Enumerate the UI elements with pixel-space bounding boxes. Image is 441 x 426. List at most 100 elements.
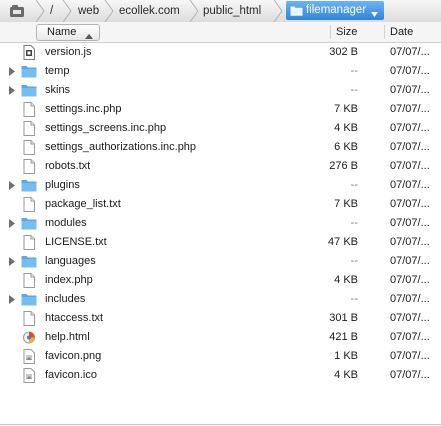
file-row[interactable]: robots.txt 276 B 07/07/... <box>0 157 441 176</box>
document-icon <box>21 121 37 136</box>
folder-icon <box>290 5 303 19</box>
document-icon <box>21 311 37 326</box>
column-size-header[interactable]: Size <box>336 22 357 42</box>
file-name: modules <box>45 217 87 229</box>
root-disk-icon[interactable] <box>4 3 30 19</box>
file-size: 4 KB <box>334 122 358 134</box>
file-list: version.js 302 B 07/07/... temp -- 07/07/... s… <box>0 43 441 385</box>
disclosure-triangle-icon[interactable] <box>9 219 15 231</box>
crumb-domain[interactable]: ecollek.com <box>119 0 180 22</box>
file-size: -- <box>350 65 358 77</box>
file-row[interactable]: package_list.txt 7 KB 07/07/... <box>0 195 441 214</box>
file-date: 07/07/... <box>390 179 430 191</box>
folder-icon <box>21 292 37 307</box>
bottom-border <box>0 424 441 425</box>
file-date: 07/07/... <box>390 369 430 381</box>
disclosure-triangle-icon[interactable] <box>9 257 15 269</box>
file-date: 07/07/... <box>390 293 430 305</box>
file-name: settings_authorizations.inc.php <box>45 141 197 153</box>
file-row[interactable]: help.html 421 B 07/07/... <box>0 328 441 347</box>
file-date: 07/07/... <box>390 103 430 115</box>
crumb-public-html[interactable]: public_html <box>203 0 261 22</box>
file-date: 07/07/... <box>390 350 430 362</box>
file-date: 07/07/... <box>390 198 430 210</box>
file-size: 6 KB <box>334 141 358 153</box>
image-file-icon <box>21 368 37 383</box>
crumb-active-filemanager[interactable]: filemanager <box>286 1 384 20</box>
file-row[interactable]: index.php 4 KB 07/07/... <box>0 271 441 290</box>
file-date: 07/07/... <box>390 331 430 343</box>
file-date: 07/07/... <box>390 274 430 286</box>
path-separator-icon <box>272 0 284 22</box>
file-row[interactable]: languages -- 07/07/... <box>0 252 441 271</box>
file-row[interactable]: settings_screens.inc.php 4 KB 07/07/... <box>0 119 441 138</box>
file-row[interactable]: favicon.ico 4 KB 07/07/... <box>0 366 441 385</box>
file-name: settings.inc.php <box>45 103 122 115</box>
file-row[interactable]: skins -- 07/07/... <box>0 81 441 100</box>
file-date: 07/07/... <box>390 312 430 324</box>
file-size: -- <box>350 179 358 191</box>
file-size: -- <box>350 255 358 267</box>
file-date: 07/07/... <box>390 160 430 172</box>
file-date: 07/07/... <box>390 65 430 77</box>
file-row[interactable]: includes -- 07/07/... <box>0 290 441 309</box>
sort-ascending-icon <box>85 30 93 42</box>
folder-icon <box>21 254 37 269</box>
folder-icon <box>21 178 37 193</box>
file-size: 1 KB <box>334 350 358 362</box>
file-name: languages <box>45 255 96 267</box>
column-divider[interactable] <box>384 25 385 39</box>
file-row[interactable]: temp -- 07/07/... <box>0 62 441 81</box>
file-name: package_list.txt <box>45 198 121 210</box>
file-row[interactable]: favicon.png 1 KB 07/07/... <box>0 347 441 366</box>
file-name: plugins <box>45 179 80 191</box>
file-row[interactable]: htaccess.txt 301 B 07/07/... <box>0 309 441 328</box>
file-date: 07/07/... <box>390 84 430 96</box>
path-separator-icon <box>103 0 115 22</box>
column-divider[interactable] <box>330 25 331 39</box>
file-name: favicon.ico <box>45 369 97 381</box>
file-size: 276 B <box>329 160 358 172</box>
file-date: 07/07/... <box>390 122 430 134</box>
folder-icon <box>21 64 37 79</box>
file-size: 7 KB <box>334 103 358 115</box>
file-name: robots.txt <box>45 160 91 172</box>
file-size: 4 KB <box>334 369 358 381</box>
file-size: 301 B <box>329 312 358 324</box>
file-size: 421 B <box>329 331 358 343</box>
file-size: 47 KB <box>328 236 358 248</box>
file-row[interactable]: version.js 302 B 07/07/... <box>0 43 441 62</box>
column-name-header[interactable]: Name <box>36 24 100 41</box>
disclosure-triangle-icon[interactable] <box>9 181 15 193</box>
file-name: index.php <box>45 274 93 286</box>
file-name: temp <box>45 65 70 77</box>
file-name: htaccess.txt <box>45 312 104 324</box>
file-row[interactable]: settings.inc.php 7 KB 07/07/... <box>0 100 441 119</box>
file-size: 302 B <box>329 46 358 58</box>
image-file-icon <box>21 349 37 364</box>
file-row[interactable]: LICENSE.txt 47 KB 07/07/... <box>0 233 441 252</box>
column-name-label: Name <box>47 26 77 38</box>
file-row[interactable]: modules -- 07/07/... <box>0 214 441 233</box>
path-separator-icon <box>61 0 73 22</box>
file-name: favicon.png <box>45 350 102 362</box>
file-row[interactable]: settings_authorizations.inc.php 6 KB 07/07… <box>0 138 441 157</box>
crumb-root[interactable]: / <box>50 0 53 22</box>
file-row[interactable]: plugins -- 07/07/... <box>0 176 441 195</box>
file-size: -- <box>350 84 358 96</box>
column-date-header[interactable]: Date <box>390 22 413 42</box>
file-date: 07/07/... <box>390 217 430 229</box>
crumb-active-label: filemanager <box>306 4 367 16</box>
document-icon <box>21 197 37 212</box>
disclosure-triangle-icon[interactable] <box>9 67 15 79</box>
document-icon <box>21 102 37 117</box>
chevron-down-icon[interactable] <box>371 8 378 20</box>
path-bar: / web ecollek.com public_html filemanage… <box>0 0 441 23</box>
disclosure-triangle-icon[interactable] <box>9 86 15 98</box>
file-size: -- <box>350 217 358 229</box>
file-name: skins <box>45 84 71 96</box>
disclosure-triangle-icon[interactable] <box>9 295 15 307</box>
folder-icon <box>21 216 37 231</box>
crumb-web[interactable]: web <box>78 0 99 22</box>
file-size: 4 KB <box>334 274 358 286</box>
